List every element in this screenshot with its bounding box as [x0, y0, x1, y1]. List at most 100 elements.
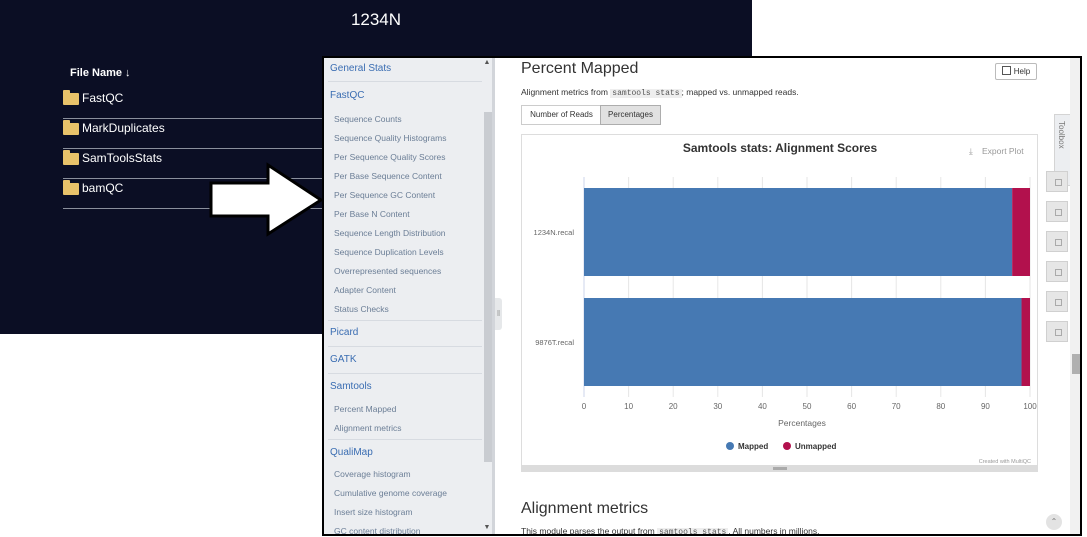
x-tick-label: 90 — [981, 402, 990, 411]
x-tick-label: 50 — [803, 402, 812, 411]
sidebar-item-per-base-n-content[interactable]: Per Base N Content — [334, 209, 410, 219]
export-plot-button[interactable]: ⤓ Export Plot — [969, 146, 1024, 156]
x-tick-label: 40 — [758, 402, 767, 411]
sidebar-nav: General Stats FastQC Sequence Counts Seq… — [324, 58, 492, 534]
folder-name: FastQC — [82, 91, 124, 105]
legend-marker — [726, 442, 734, 450]
toolbox-label: Toolbox — [1057, 121, 1066, 149]
help-button[interactable]: Help — [995, 63, 1037, 80]
hide-icon — [1055, 239, 1062, 246]
toolbox-rename-button[interactable] — [1046, 201, 1068, 222]
folder-title: 1234N — [350, 10, 402, 29]
divider — [328, 439, 488, 440]
folder-name: SamToolsStats — [82, 151, 163, 165]
percentages-button[interactable]: Percentages — [600, 105, 661, 125]
sidebar-item-gc-content-distribution[interactable]: GC content distribution — [334, 526, 420, 534]
toolbox-highlight-button[interactable] — [1046, 171, 1068, 192]
folder-name: bamQC — [82, 181, 124, 195]
sidebar-item-per-base-sequence-content[interactable]: Per Base Sequence Content — [334, 171, 442, 181]
x-tick-label: 70 — [892, 402, 901, 411]
chart-title: Samtools stats: Alignment Scores — [683, 141, 878, 155]
multiqc-report-window: General Stats FastQC Sequence Counts Seq… — [322, 56, 1082, 536]
section-description-2: This module parses the output from samto… — [521, 526, 820, 536]
x-tick-label: 80 — [936, 402, 945, 411]
sidebar-item-percent-mapped[interactable]: Percent Mapped — [334, 404, 396, 414]
sidebar-toggle-handle[interactable]: ‖ — [495, 298, 502, 330]
sidebar-item-picard[interactable]: Picard — [330, 327, 358, 338]
scroll-down-icon[interactable]: ▼ — [482, 524, 492, 531]
folder-icon — [63, 90, 79, 105]
plot-resize-handle[interactable] — [521, 465, 1038, 472]
x-tick-label: 30 — [713, 402, 722, 411]
sidebar-item-status-checks[interactable]: Status Checks — [334, 304, 389, 314]
sidebar-item-sequence-duplication-levels[interactable]: Sequence Duplication Levels — [334, 247, 444, 257]
sidebar-scroll-thumb[interactable] — [484, 112, 492, 462]
chart-category-labels: 1234N.recal 9876T.recal — [534, 228, 575, 347]
file-name-column-header[interactable]: File Name ↓ — [70, 67, 131, 79]
divider — [328, 81, 488, 82]
bar-unmapped[interactable] — [1021, 298, 1030, 386]
divider — [328, 320, 488, 321]
sidebar-item-alignment-metrics[interactable]: Alignment metrics — [334, 423, 402, 433]
sidebar-item-sequence-counts[interactable]: Sequence Counts — [334, 114, 402, 124]
alignment-scores-chart: Samtools stats: Alignment Scores ⤓ Expor… — [521, 134, 1038, 472]
sidebar-item-general-stats[interactable]: General Stats — [330, 63, 391, 74]
legend-label: Mapped — [738, 442, 768, 451]
desc2-text-end: . All numbers in millions. — [728, 526, 820, 536]
section-description: Alignment metrics from samtools stats; m… — [521, 87, 799, 98]
scroll-up-icon[interactable]: ▲ — [482, 59, 492, 66]
sidebar-item-per-sequence-quality-scores[interactable]: Per Sequence Quality Scores — [334, 152, 446, 162]
sidebar-item-sequence-length-distribution[interactable]: Sequence Length Distribution — [334, 228, 446, 238]
folder-row-markduplicates[interactable]: MarkDuplicates — [63, 118, 325, 149]
toolbox-help-button[interactable] — [1046, 321, 1068, 342]
x-tick-label: 20 — [669, 402, 678, 411]
bar-mapped[interactable] — [584, 298, 1022, 386]
save-icon — [1055, 299, 1062, 306]
bar-unmapped[interactable] — [1012, 188, 1030, 276]
sidebar-item-gatk[interactable]: GATK — [330, 354, 356, 365]
sidebar-item-coverage-histogram[interactable]: Coverage histogram — [334, 469, 411, 479]
info-icon — [1055, 329, 1062, 336]
legend-label: Unmapped — [795, 442, 836, 451]
folder-row-fastqc[interactable]: FastQC — [63, 88, 325, 119]
legend-item-mapped[interactable]: Mapped — [726, 442, 768, 451]
main-scroll-thumb[interactable] — [1072, 354, 1080, 374]
x-tick-label: 10 — [624, 402, 633, 411]
download-icon: ⤓ — [969, 146, 973, 156]
folder-name: MarkDuplicates — [82, 121, 165, 135]
toolbox-export-button[interactable] — [1046, 261, 1068, 282]
toolbox-save-button[interactable] — [1046, 291, 1068, 312]
category-label: 1234N.recal — [534, 228, 575, 237]
export-plot-label: Export Plot — [982, 146, 1024, 156]
x-axis-label: Percentages — [778, 418, 826, 428]
bar-mapped[interactable] — [584, 188, 1013, 276]
section-heading-percent-mapped: Percent Mapped — [521, 60, 639, 77]
right-arrow-icon — [209, 162, 324, 237]
chart-legend: Mapped Unmapped — [726, 442, 836, 451]
scroll-to-top-icon[interactable]: ⌃ — [1046, 514, 1062, 530]
divider — [328, 346, 488, 347]
folder-icon — [63, 150, 79, 165]
sidebar-item-samtools[interactable]: Samtools — [330, 381, 372, 392]
sidebar-item-fastqc[interactable]: FastQC — [330, 90, 364, 101]
sidebar-item-qualimap[interactable]: QualiMap — [330, 447, 373, 458]
x-tick-label: 0 — [582, 402, 587, 411]
folder-icon — [63, 120, 79, 135]
chart-tick-labels: 0 10 20 30 40 50 60 70 80 90 100 — [582, 402, 1037, 411]
desc-text: Alignment metrics from — [521, 87, 608, 97]
x-tick-label: 100 — [1023, 402, 1037, 411]
sidebar-item-overrepresented-sequences[interactable]: Overrepresented sequences — [334, 266, 441, 276]
sidebar-item-sequence-quality-histograms[interactable]: Sequence Quality Histograms — [334, 133, 446, 143]
toolbox-hide-button[interactable] — [1046, 231, 1068, 252]
highlight-icon — [1055, 179, 1062, 186]
sidebar-item-per-sequence-gc-content[interactable]: Per Sequence GC Content — [334, 190, 435, 200]
sidebar-item-insert-size-histogram[interactable]: Insert size histogram — [334, 507, 412, 517]
section-heading-alignment-metrics: Alignment metrics — [521, 500, 649, 517]
help-icon — [1001, 66, 1011, 75]
number-of-reads-button[interactable]: Number of Reads — [521, 105, 602, 125]
sidebar-item-adapter-content[interactable]: Adapter Content — [334, 285, 396, 295]
legend-item-unmapped[interactable]: Unmapped — [783, 442, 836, 451]
sidebar-item-cumulative-genome-coverage[interactable]: Cumulative genome coverage — [334, 488, 447, 498]
help-label: Help — [1013, 67, 1031, 76]
main-scrollbar[interactable] — [1070, 58, 1080, 534]
